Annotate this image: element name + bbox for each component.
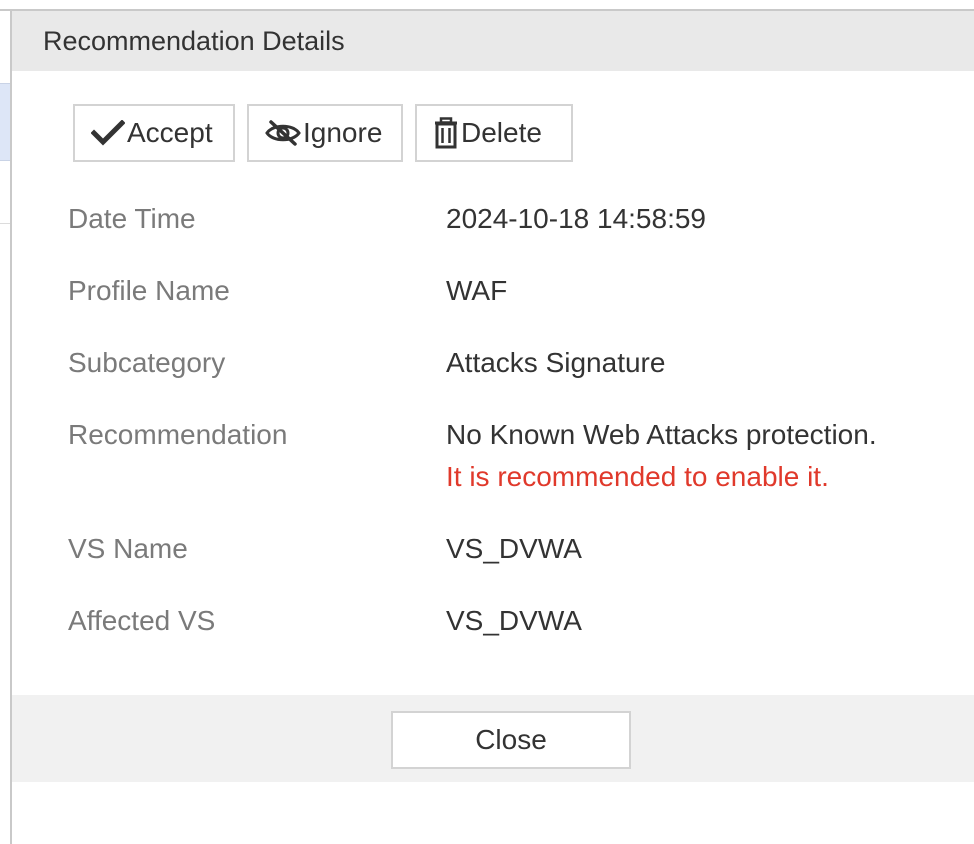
dialog-header: Recommendation Details [12, 11, 974, 71]
delete-label: Delete [461, 117, 542, 148]
vs-name-value: VS_DVWA [446, 533, 582, 564]
background-list-edge [0, 11, 10, 844]
action-toolbar: Accept Ignore Delete [73, 104, 573, 162]
recommendation-warning: It is recommended to enable it. [446, 461, 829, 492]
checkmark-icon [91, 120, 125, 146]
subcategory-value: Attacks Signature [446, 347, 666, 378]
profile-name-value: WAF [446, 275, 508, 306]
dialog-footer: Close [12, 695, 974, 782]
date-time-value: 2024-10-18 14:58:59 [446, 203, 706, 234]
recommendation-dialog: Recommendation Details Accept Ignore Del… [10, 11, 974, 844]
date-time-label: Date Time [68, 203, 196, 234]
delete-button[interactable]: Delete [415, 104, 573, 162]
close-button[interactable]: Close [391, 711, 631, 769]
accept-label: Accept [127, 117, 213, 148]
recommendation-value: No Known Web Attacks protection. [446, 419, 877, 450]
ignore-button[interactable]: Ignore [247, 104, 403, 162]
trash-icon [433, 117, 459, 149]
subcategory-label: Subcategory [68, 347, 226, 378]
row-divider [0, 223, 10, 224]
recommendation-label: Recommendation [68, 419, 288, 450]
dialog-title: Recommendation Details [43, 26, 345, 56]
page: Recommendation Details Accept Ignore Del… [0, 0, 974, 844]
vs-name-label: VS Name [68, 533, 188, 564]
affected-vs-label: Affected VS [68, 605, 216, 636]
profile-name-label: Profile Name [68, 275, 230, 306]
affected-vs-value: VS_DVWA [446, 605, 582, 636]
eye-slash-icon [265, 120, 301, 146]
accept-button[interactable]: Accept [73, 104, 235, 162]
ignore-label: Ignore [303, 117, 383, 148]
selected-row-edge [0, 83, 10, 161]
